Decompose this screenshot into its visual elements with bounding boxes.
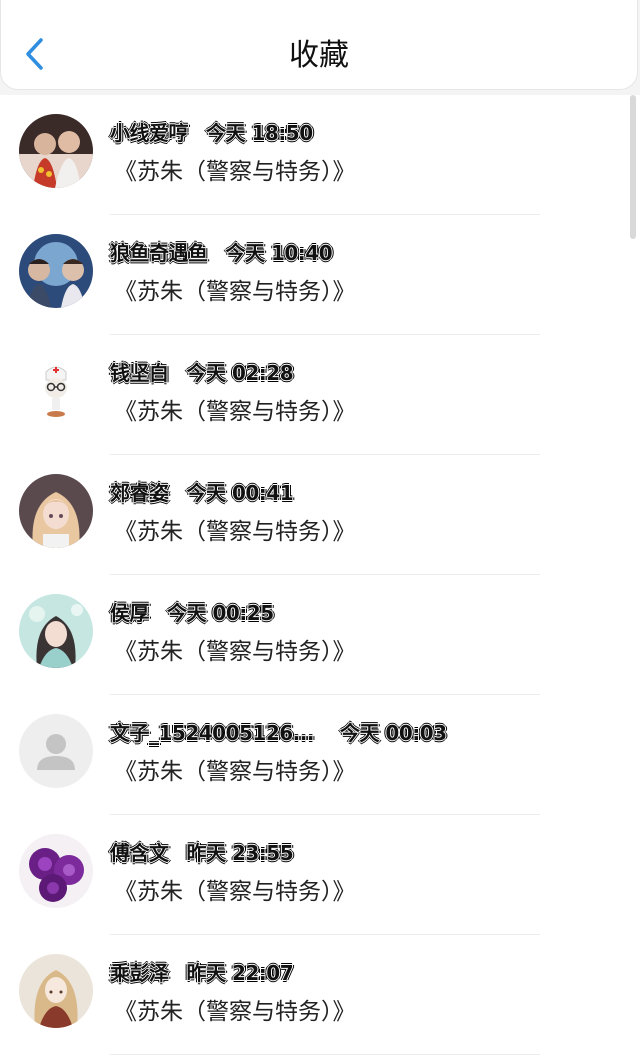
user-avatar[interactable]: [19, 594, 93, 668]
divider: [110, 1054, 540, 1055]
username: 郊睿姿: [110, 481, 169, 505]
list-item[interactable]: 文子_1524005126... 今天 00:03 《苏朱（警察与特务）》: [0, 695, 640, 815]
timestamp: 今天 02:28: [186, 361, 294, 385]
user-avatar[interactable]: [19, 354, 93, 428]
username: 狼鱼奇遇鱼: [110, 241, 208, 265]
item-meta: 小线爱哼 今天 18:50: [110, 117, 313, 145]
list-item[interactable]: 乘彭泽 昨天 22:07 《苏朱（警察与特务）》: [0, 935, 640, 1055]
timestamp: 今天 00:41: [186, 481, 294, 505]
username: 钱坚白: [110, 361, 169, 385]
user-avatar[interactable]: [19, 954, 93, 1028]
book-title[interactable]: 《苏朱（警察与特务）》: [114, 152, 356, 186]
timestamp: 今天 10:40: [225, 241, 333, 265]
page-title: 收藏: [289, 38, 349, 73]
list-item[interactable]: 侯厚 今天 00:25 《苏朱（警察与特务）》: [0, 575, 640, 695]
book-title[interactable]: 《苏朱（警察与特务）》: [114, 752, 356, 786]
username: 傅含文: [110, 841, 169, 865]
book-title[interactable]: 《苏朱（警察与特务）》: [114, 992, 356, 1026]
user-avatar[interactable]: [19, 474, 93, 548]
item-meta: 傅含文 昨天 23:55: [110, 837, 294, 865]
timestamp: 今天 00:25: [167, 601, 274, 625]
list-item[interactable]: 傅含文 昨天 23:55 《苏朱（警察与特务）》: [0, 815, 640, 935]
list-item[interactable]: 郊睿姿 今天 00:41 《苏朱（警察与特务）》: [0, 455, 640, 575]
item-meta: 狼鱼奇遇鱼 今天 10:40: [110, 237, 333, 265]
book-title[interactable]: 《苏朱（警察与特务）》: [114, 872, 356, 906]
list-item[interactable]: 钱坚白 今天 02:28 《苏朱（警察与特务）》: [0, 335, 640, 455]
username: 文子_1524005126...: [110, 721, 314, 745]
list-item[interactable]: 小线爱哼 今天 18:50 《苏朱（警察与特务）》: [0, 95, 640, 215]
user-avatar[interactable]: [19, 234, 93, 308]
username: 乘彭泽: [110, 961, 169, 985]
user-avatar[interactable]: [19, 834, 93, 908]
app-header: 收藏: [0, 0, 638, 90]
timestamp: 今天 00:03: [339, 721, 447, 745]
book-title[interactable]: 《苏朱（警察与特务）》: [114, 392, 356, 426]
book-title[interactable]: 《苏朱（警察与特务）》: [114, 272, 356, 306]
user-avatar[interactable]: [19, 714, 93, 788]
favorites-list: 小线爱哼 今天 18:50 《苏朱（警察与特务）》 狼鱼奇遇鱼 今天 10:40 《…: [0, 95, 640, 1063]
item-meta: 侯厚 今天 00:25: [110, 597, 274, 625]
timestamp: 昨天 22:07: [186, 961, 294, 985]
item-meta: 乘彭泽 昨天 22:07: [110, 957, 294, 985]
list-item[interactable]: 狼鱼奇遇鱼 今天 10:40 《苏朱（警察与特务）》: [0, 215, 640, 335]
book-title[interactable]: 《苏朱（警察与特务）》: [114, 632, 356, 666]
default-user-icon: [19, 714, 93, 788]
item-meta: 文子_1524005126... 今天 00:03: [110, 717, 447, 745]
username: 小线爱哼: [110, 121, 189, 145]
user-avatar[interactable]: [19, 114, 93, 188]
scrollbar[interactable]: [630, 95, 636, 239]
timestamp: 昨天 23:55: [186, 841, 294, 865]
item-meta: 钱坚白 今天 02:28: [110, 357, 294, 385]
username: 侯厚: [110, 601, 150, 625]
book-title[interactable]: 《苏朱（警察与特务）》: [114, 512, 356, 546]
timestamp: 今天 18:50: [206, 121, 313, 145]
item-meta: 郊睿姿 今天 00:41: [110, 477, 294, 505]
